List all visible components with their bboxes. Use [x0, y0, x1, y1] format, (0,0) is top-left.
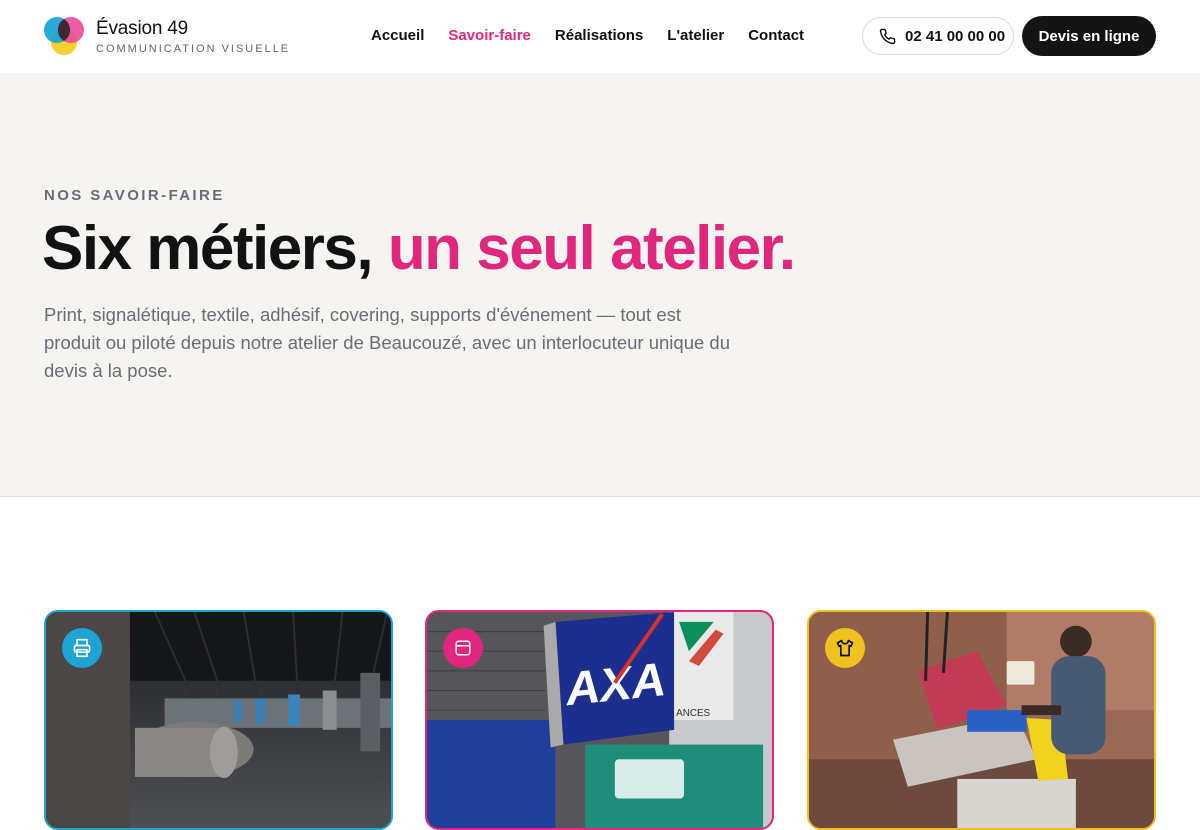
sign-panel-icon	[455, 640, 471, 656]
main-nav: Accueil Savoir-faire Réalisations L'atel…	[371, 27, 804, 44]
nav-item-savoir-faire[interactable]: Savoir-faire	[448, 27, 531, 44]
hero-section: NOS SAVOIR-FAIRE Six métiers, un seul at…	[0, 73, 1200, 497]
phone-icon	[879, 28, 896, 44]
title-accent: un seul atelier.	[387, 214, 796, 283]
nav-item-atelier[interactable]: L'atelier	[667, 27, 724, 44]
logo-icon[interactable]	[44, 15, 86, 57]
card-signage[interactable]: AXA ANCES	[425, 610, 774, 830]
tshirt-icon	[836, 639, 854, 657]
tshirt-badge	[825, 628, 865, 668]
title-main: Six métiers,	[42, 214, 388, 283]
brand-name[interactable]: Évasion 49	[96, 18, 188, 40]
insurance-text: ANCES	[676, 708, 710, 719]
nav-item-contact[interactable]: Contact	[748, 27, 804, 44]
phone-number: 02 41 00 00 00	[905, 27, 1006, 45]
brand-tagline: COMMUNICATION VISUELLE	[96, 43, 291, 55]
nav-item-accueil[interactable]: Accueil	[371, 27, 424, 44]
printer-badge	[62, 628, 102, 668]
hero-lead: Print, signalétique, textile, adhésif, c…	[44, 304, 730, 381]
site-header: Évasion 49 COMMUNICATION VISUELLE Accuei…	[0, 0, 1200, 73]
card-textile[interactable]	[807, 610, 1156, 830]
axa-sign-text: AXA	[562, 653, 668, 716]
page-title: Six métiers, un seul atelier.	[42, 213, 796, 284]
card-print[interactable]	[44, 610, 393, 830]
sign-badge	[443, 628, 483, 668]
nav-item-realisations[interactable]: Réalisations	[555, 27, 643, 44]
phone-button[interactable]: 02 41 00 00 00	[862, 17, 1014, 55]
quote-button[interactable]: Devis en ligne	[1022, 16, 1156, 56]
section-eyebrow: NOS SAVOIR-FAIRE	[44, 187, 225, 204]
printer-icon	[73, 638, 91, 658]
